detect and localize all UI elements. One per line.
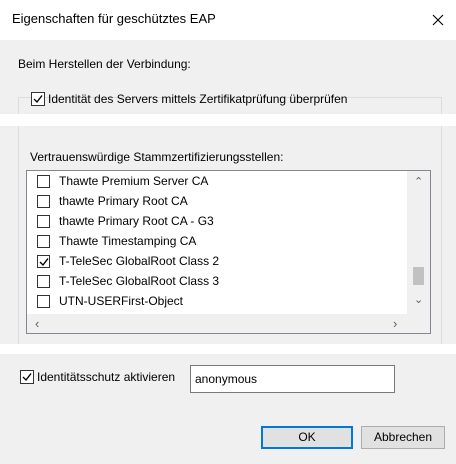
identity-input[interactable] — [190, 365, 395, 393]
scroll-up-icon[interactable]: ⌃ — [414, 177, 423, 188]
verify-server-label: Identität des Servers mittels Zertifikat… — [48, 92, 348, 106]
list-item-checkbox[interactable] — [37, 235, 50, 248]
window-title: Eigenschaften für geschütztes EAP — [12, 11, 216, 26]
verify-server-checkbox[interactable] — [31, 92, 45, 106]
scroll-right-icon[interactable]: › — [393, 317, 397, 330]
list-item-label: thawte Primary Root CA — [59, 194, 188, 208]
group-border-right — [441, 97, 442, 114]
identity-protection-label: Identitätsschutz aktivieren — [37, 370, 176, 384]
cancel-button[interactable]: Abbrechen — [361, 426, 445, 449]
list-item[interactable]: thawte Primary Root CA - G3 — [27, 211, 407, 232]
list-item-label: T-TeleSec GlobalRoot Class 3 — [59, 274, 220, 288]
list-item[interactable]: T-TeleSec GlobalRoot Class 2 — [27, 251, 407, 272]
list-item-label: thawte Primary Root CA - G3 — [59, 214, 214, 228]
list-item-label: T-TeleSec GlobalRoot Class 2 — [59, 254, 220, 268]
list-item[interactable]: Thawte Premium Server CA — [27, 171, 407, 192]
scroll-thumb[interactable] — [413, 267, 424, 285]
list-item-checkbox[interactable] — [37, 295, 50, 308]
identity-input-field[interactable] — [191, 366, 389, 392]
vertical-scrollbar[interactable]: ⌃ ⌄ — [407, 171, 430, 314]
list-item-checkbox[interactable] — [37, 215, 50, 228]
scroll-down-icon[interactable]: ⌄ — [414, 295, 423, 306]
list-item-checkbox[interactable] — [37, 255, 50, 268]
list-item-checkbox[interactable] — [37, 175, 50, 188]
list-item-label: Thawte Premium Server CA — [59, 174, 209, 188]
check-icon — [22, 373, 32, 382]
list-item[interactable]: UTN-USERFirst-Object — [27, 291, 407, 312]
connection-heading: Beim Herstellen der Verbindung: — [18, 57, 191, 71]
title-bar: Eigenschaften für geschütztes EAP — [0, 0, 456, 40]
list-item-checkbox[interactable] — [37, 275, 50, 288]
list-item[interactable]: Thawte Timestamping CA — [27, 231, 407, 252]
list-item-checkbox[interactable] — [37, 195, 50, 208]
list-item-label: Thawte Timestamping CA — [59, 234, 197, 248]
close-icon — [432, 14, 444, 26]
list-item-label: UTN-USERFirst-Object — [59, 294, 184, 308]
close-button[interactable] — [424, 6, 452, 34]
group-border-left — [18, 97, 19, 114]
certificate-list[interactable]: Thawte Premium Server CA thawte Primary … — [26, 170, 431, 334]
cert-group-right — [441, 126, 442, 344]
check-icon — [33, 95, 43, 104]
scroll-left-icon[interactable]: ‹ — [35, 317, 39, 330]
horizontal-scrollbar[interactable]: ‹ › — [27, 314, 407, 333]
list-item[interactable]: T-TeleSec GlobalRoot Class 3 — [27, 271, 407, 292]
identity-protection-checkbox[interactable] — [20, 370, 34, 384]
check-icon — [39, 258, 49, 267]
cert-group-left — [18, 126, 19, 344]
list-item[interactable]: thawte Primary Root CA — [27, 191, 407, 212]
ok-button[interactable]: OK — [261, 426, 353, 449]
scrollbar-corner — [407, 314, 430, 333]
certificates-label: Vertrauenswürdige Stammzertifizierungsst… — [30, 150, 284, 164]
